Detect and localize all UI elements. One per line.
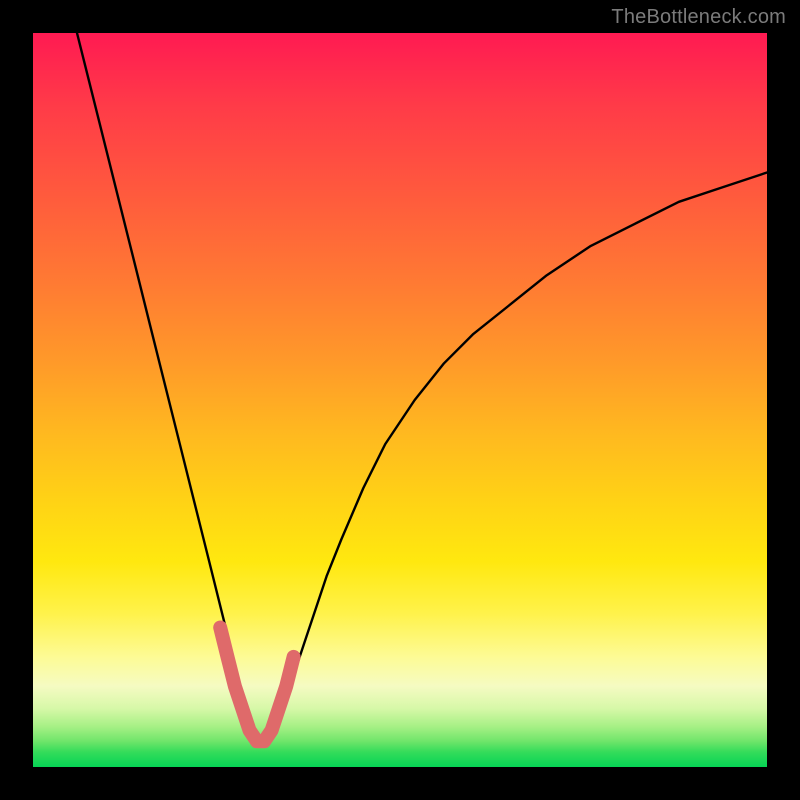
plot-area [33,33,767,767]
chart-stage: TheBottleneck.com [0,0,800,800]
highlight-band [220,628,293,742]
bottleneck-curve [77,33,767,745]
curve-svg [33,33,767,767]
watermark-text: TheBottleneck.com [611,6,786,29]
